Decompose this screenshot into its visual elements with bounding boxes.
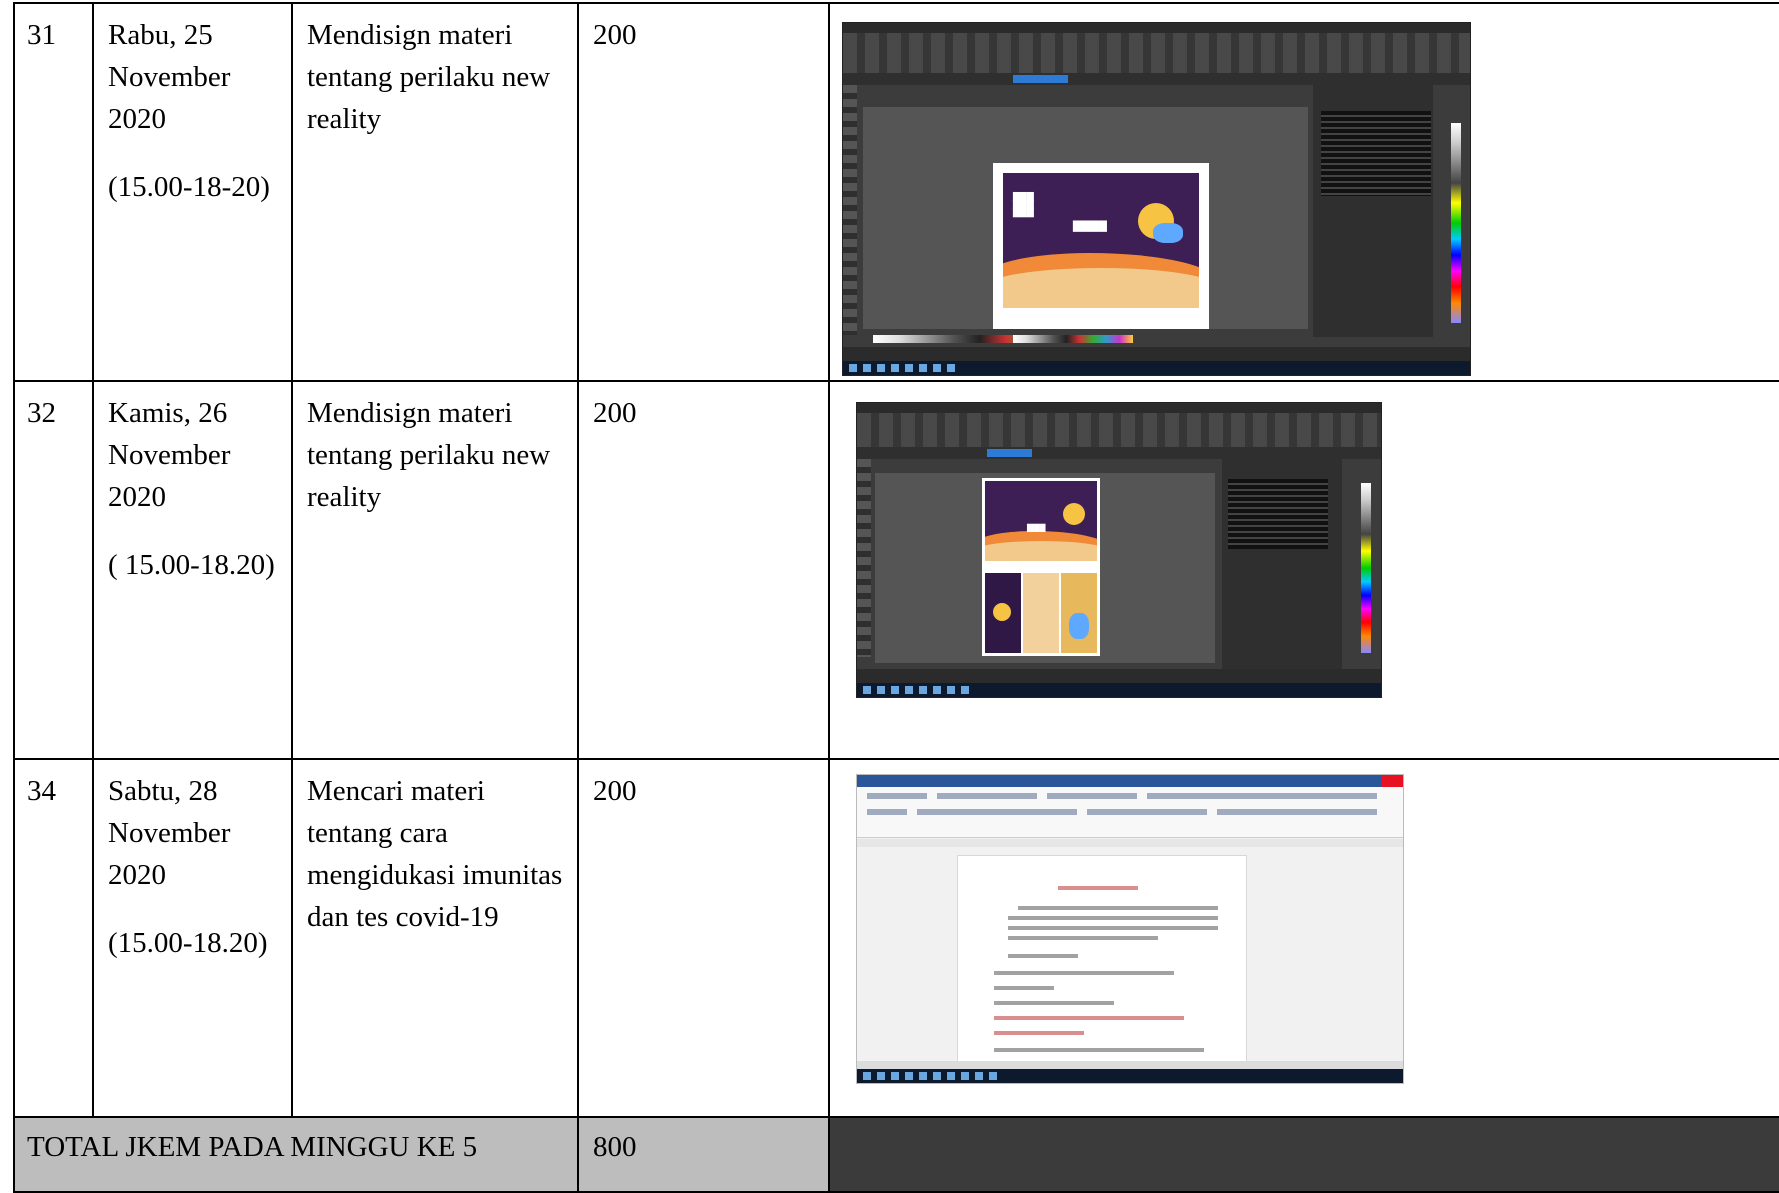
table-row: 31 Rabu, 25 November 2020 (15.00-18-20) … xyxy=(13,2,1779,382)
total-row: TOTAL JKEM PADA MINGGU KE 5 800 xyxy=(13,1116,1779,1193)
table-row: 32 Kamis, 26 November 2020 ( 15.00-18.20… xyxy=(13,380,1779,760)
word-document-screenshot xyxy=(856,774,1404,1084)
activity-table: 31 Rabu, 25 November 2020 (15.00-18-20) … xyxy=(13,2,1779,1193)
time-text: ( 15.00-18.20) xyxy=(108,549,275,581)
row-number: 32 xyxy=(13,380,94,760)
time-text: (15.00-18.20) xyxy=(108,927,268,959)
coreldraw-screenshot: ▇▇▇▇ ▇▇▇ ▇▇▇ ▇▇▇ xyxy=(842,22,1471,376)
activity-cell: Mendisign materi tentang perilaku new re… xyxy=(291,380,579,760)
jkem-cell: 200 xyxy=(577,380,830,760)
screenshot-cell: ▇▇▇▇ ▇▇▇ ▇▇▇ ▇▇▇ xyxy=(828,2,1779,382)
screenshot-cell: ▇▇▇ xyxy=(828,380,1779,760)
date-cell: Kamis, 26 November 2020 ( 15.00-18.20) xyxy=(92,380,293,760)
date-cell: Sabtu, 28 November 2020 (15.00-18.20) xyxy=(92,758,293,1118)
total-label: TOTAL JKEM PADA MINGGU KE 5 xyxy=(13,1116,579,1193)
date-text: Sabtu, 28 November 2020 xyxy=(108,775,231,891)
activity-cell: Mendisign materi tentang perilaku new re… xyxy=(291,2,579,382)
total-row-blank xyxy=(828,1116,1779,1193)
screenshot-cell xyxy=(828,758,1779,1118)
row-number: 34 xyxy=(13,758,94,1118)
coreldraw-screenshot: ▇▇▇ xyxy=(856,402,1382,698)
activity-cell: Mencari materi tentang cara mengidukasi … xyxy=(291,758,579,1118)
time-text: (15.00-18-20) xyxy=(108,171,270,203)
total-value: 800 xyxy=(577,1116,830,1193)
jkem-cell: 200 xyxy=(577,758,830,1118)
date-cell: Rabu, 25 November 2020 (15.00-18-20) xyxy=(92,2,293,382)
row-number: 31 xyxy=(13,2,94,382)
date-text: Rabu, 25 November 2020 xyxy=(108,19,231,135)
table-row: 34 Sabtu, 28 November 2020 (15.00-18.20)… xyxy=(13,758,1779,1118)
date-text: Kamis, 26 November 2020 xyxy=(108,397,231,513)
jkem-cell: 200 xyxy=(577,2,830,382)
